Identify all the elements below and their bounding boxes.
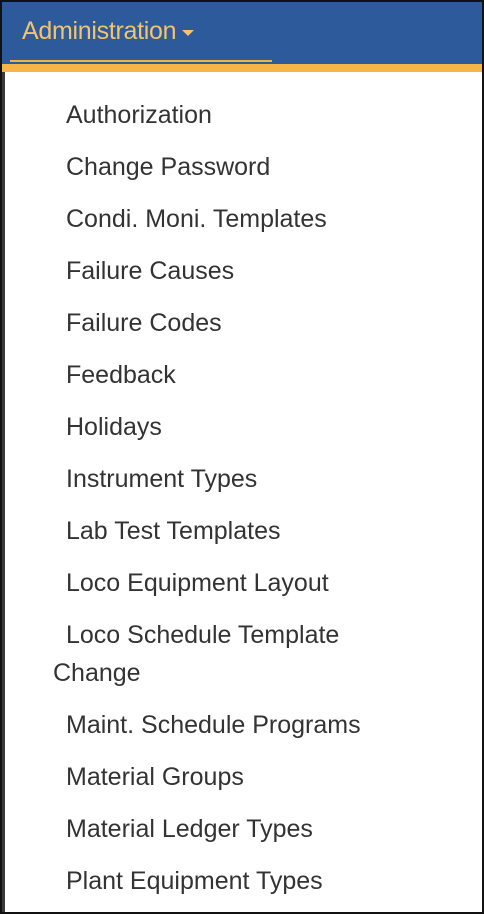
menu-item-lab-test-templates[interactable]: Lab Test Templates [45,505,482,557]
menu-item-authorization[interactable]: Authorization [45,89,482,141]
administration-menu: Authorization Change Password Condi. Mon… [2,72,482,912]
menu-item-material-groups[interactable]: Material Groups [45,751,482,803]
menu-item-material-ledger-types[interactable]: Material Ledger Types [45,803,482,855]
menu-item-loco-equipment-layout[interactable]: Loco Equipment Layout [45,557,482,609]
dropdown-frame: Administration Authorization Change Pass… [0,0,484,914]
menu-item-failure-codes[interactable]: Failure Codes [45,297,482,349]
menu-item-feedback[interactable]: Feedback [45,349,482,401]
accent-divider [2,64,482,72]
administration-dropdown-toggle[interactable]: Administration [10,2,272,62]
menu-item-change-password[interactable]: Change Password [45,141,482,193]
menu-item-plant-equipment-types[interactable]: Plant Equipment Types [45,855,482,907]
navbar: Administration [2,2,482,64]
menu-item-failure-causes[interactable]: Failure Causes [45,245,482,297]
menu-item-instrument-types[interactable]: Instrument Types [45,453,482,505]
administration-label: Administration [22,16,177,45]
caret-down-icon [182,29,195,36]
menu-item-maint-schedule-programs[interactable]: Maint. Schedule Programs [45,699,482,751]
menu-item-holidays[interactable]: Holidays [45,401,482,453]
menu-item-condi-moni-templates[interactable]: Condi. Moni. Templates [45,193,482,245]
